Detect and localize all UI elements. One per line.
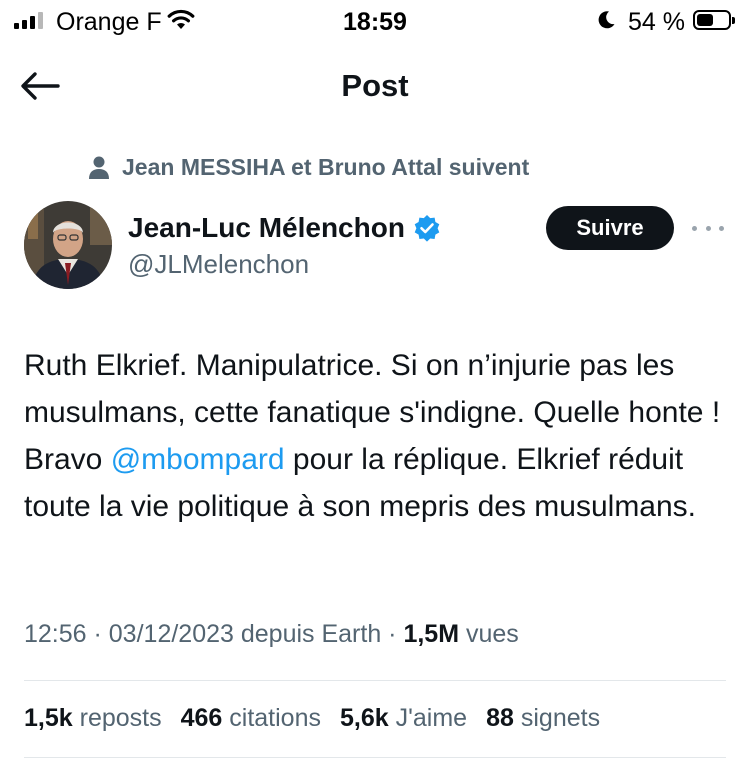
author-name[interactable]: Jean-Luc Mélenchon <box>128 212 441 244</box>
battery-icon <box>693 10 735 30</box>
more-dots-icon[interactable] <box>692 214 724 242</box>
verified-badge-icon <box>414 215 440 242</box>
tweet-source: depuis Earth <box>240 620 382 648</box>
tweet-time[interactable]: 12:56 <box>24 620 87 648</box>
stat-quotes[interactable]: 466 citations <box>181 704 321 733</box>
social-context-text: Jean MESSIHA et Bruno Attal suivent <box>122 154 530 180</box>
tweet-meta: 12:56 · 03/12/2023 depuis Earth · 1,5M v… <box>24 620 519 648</box>
mention-link[interactable]: @mbompard <box>111 443 285 476</box>
battery-percentage: 54 % <box>628 8 685 36</box>
avatar[interactable] <box>24 201 112 289</box>
follow-button[interactable]: Suivre <box>546 206 674 250</box>
header: Post <box>0 52 750 118</box>
battery-fill <box>697 14 713 26</box>
divider <box>24 757 726 758</box>
stat-count: 5,6k <box>340 704 389 732</box>
tweet-text: Ruth Elkrief. Manipulatrice. Si on n’inj… <box>24 342 724 530</box>
author-handle[interactable]: @JLMelenchon <box>128 249 309 280</box>
views-count: 1,5M <box>403 620 460 648</box>
social-context[interactable]: Jean MESSIHA et Bruno Attal suivent <box>88 154 529 181</box>
person-icon <box>89 156 109 179</box>
stat-count: 88 <box>486 704 514 732</box>
stat-count: 1,5k <box>24 704 73 732</box>
engagement-stats: 1,5k reposts 466 citations 5,6k J'aime 8… <box>24 704 600 733</box>
moon-icon <box>598 11 615 29</box>
status-bar: Orange F 18:59 54 % <box>0 0 750 44</box>
stat-label: citations <box>229 704 321 732</box>
stat-label: reposts <box>79 704 162 732</box>
page-title: Post <box>341 68 409 103</box>
stat-likes[interactable]: 5,6k J'aime <box>340 704 467 733</box>
tweet-date[interactable]: 03/12/2023 <box>109 620 234 648</box>
author-name-text: Jean-Luc Mélenchon <box>128 212 405 243</box>
stat-label: J'aime <box>395 704 468 732</box>
stat-count: 466 <box>180 704 223 732</box>
avatar-image <box>24 201 112 289</box>
stat-reposts[interactable]: 1,5k reposts <box>24 704 162 733</box>
views-label: vues <box>466 620 519 648</box>
stat-bookmarks[interactable]: 88 signets <box>486 704 600 733</box>
divider <box>24 680 726 681</box>
stat-label: signets <box>520 704 601 732</box>
